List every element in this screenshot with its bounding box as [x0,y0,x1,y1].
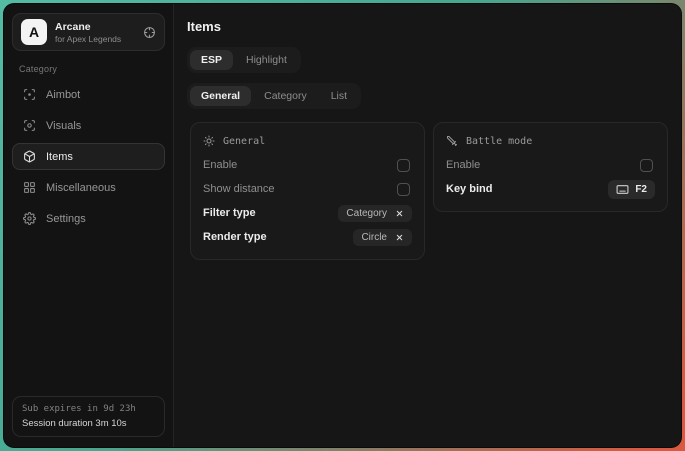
sidebar-item-items[interactable]: Items [12,143,165,170]
app-subtitle: for Apex Legends [55,34,121,44]
setting-row-key-bind: Key bind F2 [446,177,655,201]
app-window: A Arcane for Apex Legends Category Aimbo… [4,4,681,447]
sidebar-item-visuals[interactable]: Visuals [12,112,165,139]
sidebar: A Arcane for Apex Legends Category Aimbo… [4,4,174,447]
app-logo: A [21,19,47,45]
tab-general[interactable]: General [190,86,251,106]
main-content: Items ESP Highlight General Category Lis… [174,4,681,447]
setting-row-enable: Enable [203,153,412,177]
tab-category[interactable]: Category [253,86,318,106]
crosshair-brackets-icon [23,88,36,101]
view-tab-group: General Category List [187,83,361,109]
subscription-info-card: Sub expires in 9d 23h Session duration 3… [12,396,165,437]
setting-row-render-type: Render type Circle [203,225,412,249]
mode-tab-group: ESP Highlight [187,47,301,73]
package-icon [23,150,36,163]
app-name: Arcane [55,21,121,33]
sidebar-item-label: Settings [46,213,86,225]
sidebar-item-label: Visuals [46,120,81,132]
close-icon[interactable] [395,209,404,218]
sun-icon [203,135,215,147]
panel-general: General Enable Show distance Filter type… [190,122,425,260]
setting-row-filter-type: Filter type Category [203,201,412,225]
show-distance-checkbox[interactable] [397,183,410,196]
page-title: Items [187,19,668,34]
battle-enable-checkbox[interactable] [640,159,653,172]
tab-highlight[interactable]: Highlight [235,50,298,70]
sidebar-item-miscellaneous[interactable]: Miscellaneous [12,174,165,201]
profile-card[interactable]: A Arcane for Apex Legends [12,13,165,51]
panel-battle-mode: Battle mode Enable Key bind F2 [433,122,668,212]
tab-esp[interactable]: ESP [190,50,233,70]
session-duration-text: Session duration 3m 10s [22,418,155,429]
key-bind-button[interactable]: F2 [608,180,655,199]
sidebar-item-aimbot[interactable]: Aimbot [12,81,165,108]
crosshair-target-icon[interactable] [143,26,156,39]
setting-row-enable: Enable [446,153,655,177]
gear-icon [23,212,36,225]
panel-title: Battle mode [466,136,532,147]
sidebar-item-label: Items [46,151,73,163]
category-section-label: Category [19,64,158,74]
filter-type-select[interactable]: Category [338,205,412,222]
tab-list[interactable]: List [320,86,358,106]
keyboard-icon [616,183,629,196]
scan-eye-icon [23,119,36,132]
sub-expires-text: Sub expires in 9d 23h [22,404,155,414]
sword-icon [446,135,458,147]
sidebar-item-label: Aimbot [46,89,80,101]
enable-checkbox[interactable] [397,159,410,172]
render-type-select[interactable]: Circle [353,229,412,246]
setting-row-show-distance: Show distance [203,177,412,201]
close-icon[interactable] [395,233,404,242]
sidebar-item-label: Miscellaneous [46,182,116,194]
panel-title: General [223,136,265,147]
sidebar-item-settings[interactable]: Settings [12,205,165,232]
grid-icon [23,181,36,194]
